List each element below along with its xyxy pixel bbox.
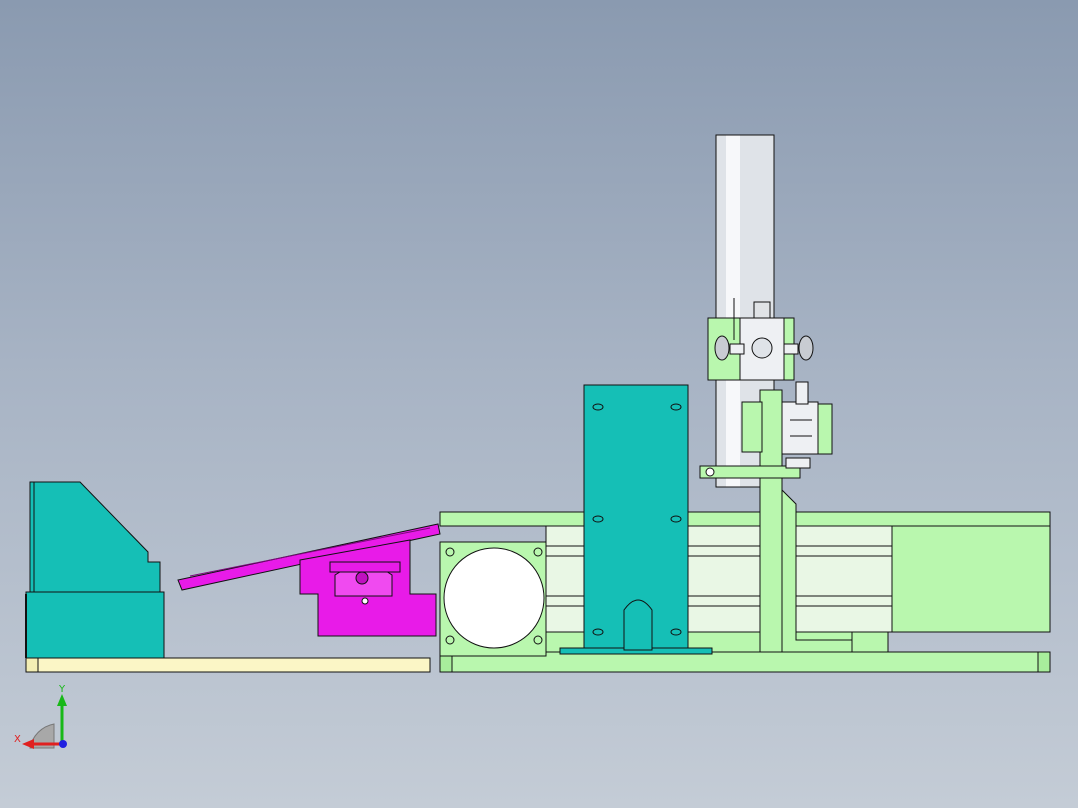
left-base-plate[interactable]	[25, 657, 431, 673]
cad-viewport[interactable]: Y X	[0, 0, 1078, 808]
z-axis-dot	[59, 740, 67, 748]
teal-housing[interactable]	[25, 481, 165, 659]
coordinate-triad: Y X	[14, 684, 67, 749]
cad-model-view[interactable]	[0, 0, 1078, 808]
x-axis-arrow-head	[22, 739, 34, 749]
x-axis-label: X	[14, 734, 21, 745]
y-axis-label: Y	[58, 684, 66, 695]
y-axis-arrow-head	[57, 694, 67, 706]
left-base-plate-end	[25, 657, 39, 673]
motor[interactable]	[439, 541, 547, 657]
